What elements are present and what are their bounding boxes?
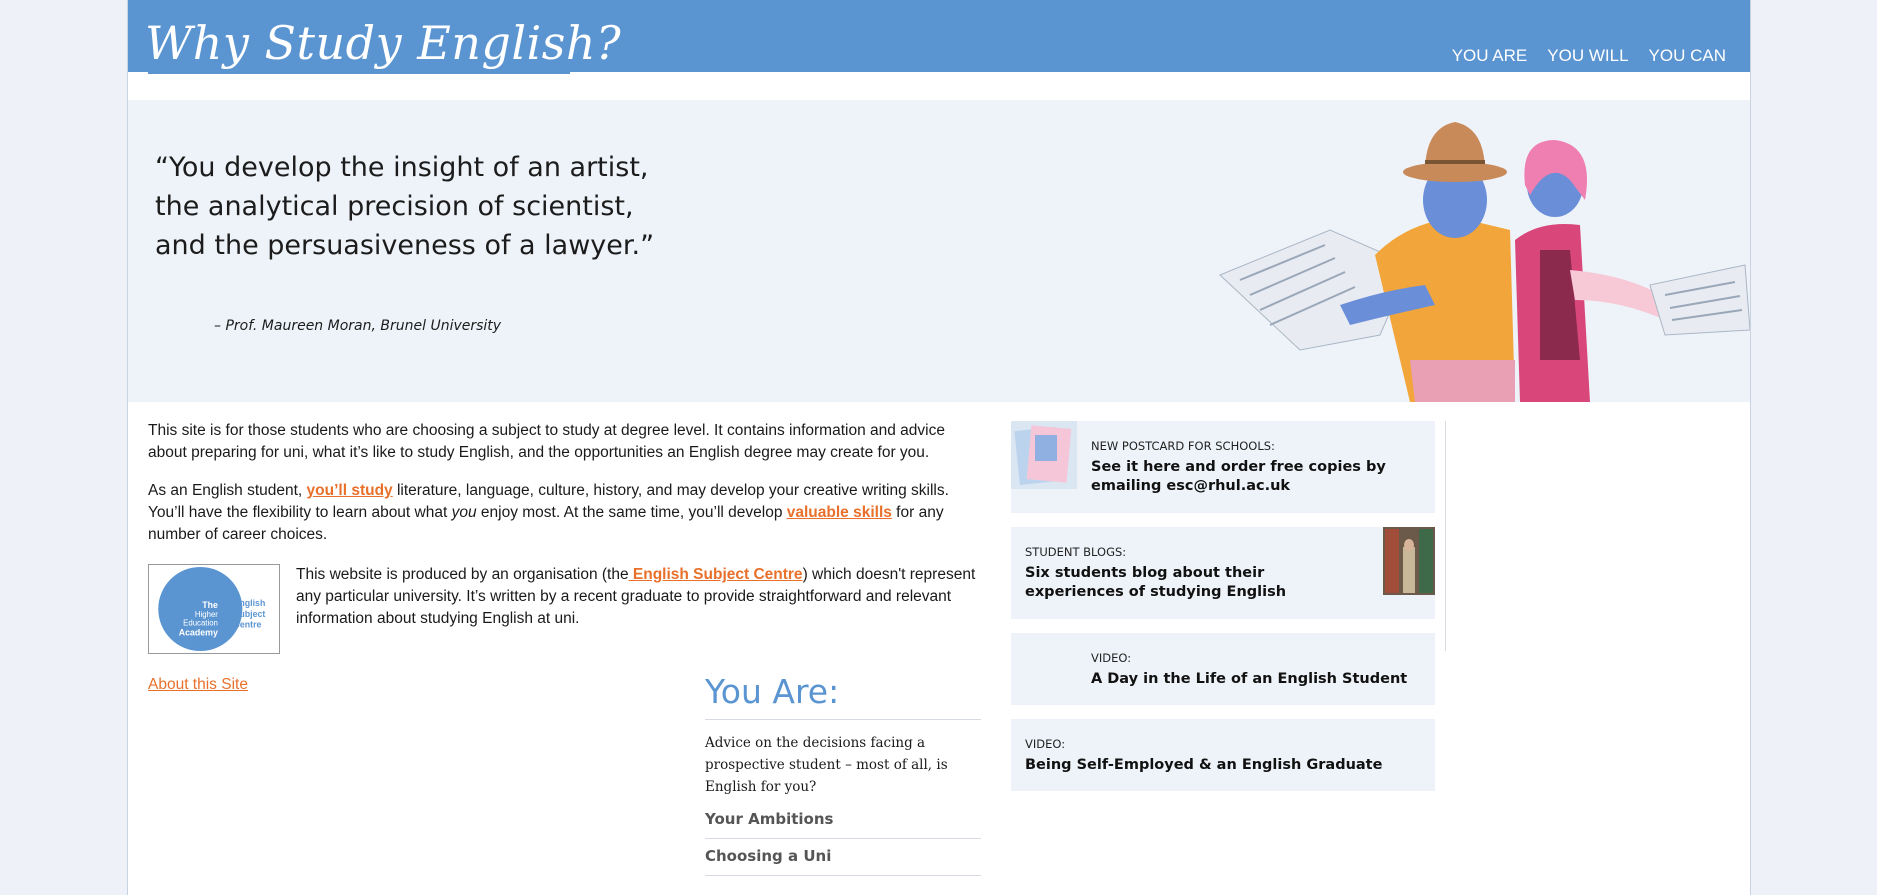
student-blogs-kicker: STUDENT BLOGS: <box>1025 545 1127 559</box>
org-text-part: This website is produced by an organisat… <box>296 566 629 583</box>
hea-english-subject-centre-logo[interactable]: English Subject Centre The Higher Educat… <box>148 564 280 654</box>
svg-text:Centre: Centre <box>234 620 262 630</box>
postcard-card[interactable]: NEW POSTCARD FOR SCHOOLS: See it here an… <box>1011 421 1435 513</box>
about-this-site-link[interactable]: About this Site <box>148 676 248 694</box>
students-reading-illustration <box>1219 122 1750 402</box>
nav-you-are[interactable]: YOU ARE <box>1452 46 1528 66</box>
logo-underline <box>148 72 570 74</box>
video-self-employed-text: VIDEO: Being Self-Employed & an English … <box>1025 737 1425 775</box>
valuable-skills-link[interactable]: valuable skills <box>787 504 892 521</box>
page-container: Why Study English? YOU ARE YOU WILL YOU … <box>127 0 1751 895</box>
postcard-title[interactable]: See it here and order free copies by ema… <box>1091 458 1421 496</box>
your-ambitions-link[interactable]: Your Ambitions <box>705 802 981 839</box>
hero-banner: “You develop the insight of an artist, t… <box>128 100 1750 402</box>
sidebar: NEW POSTCARD FOR SCHOOLS: See it here an… <box>1011 421 1435 805</box>
english-subject-centre-link[interactable]: English Subject Centre <box>629 566 803 583</box>
quote-attribution: – Prof. Maureen Moran, Brunel University <box>214 318 502 334</box>
sidebar-divider <box>1445 421 1446 651</box>
intro-text: This site is for those students who are … <box>148 420 980 562</box>
youll-study-link[interactable]: you’ll study <box>307 482 393 499</box>
you-are-heading: You Are: <box>705 672 981 720</box>
you-are-section: You Are: Advice on the decisions facing … <box>705 672 981 876</box>
svg-text:Academy: Academy <box>179 627 218 637</box>
intro-text-part: As an English student, <box>148 482 307 499</box>
postcard-text: NEW POSTCARD FOR SCHOOLS: See it here an… <box>1091 439 1421 496</box>
site-logo[interactable]: Why Study English? <box>145 16 621 70</box>
svg-text:English: English <box>234 598 266 608</box>
video-self-employed-title[interactable]: Being Self-Employed & an English Graduat… <box>1025 756 1425 775</box>
student-blogs-title[interactable]: Six students blog about their experience… <box>1025 564 1365 602</box>
intro-text-part: enjoy most. At the same time, you’ll dev… <box>476 504 787 521</box>
site-header: Why Study English? YOU ARE YOU WILL YOU … <box>128 0 1750 72</box>
svg-text:Subject: Subject <box>234 609 266 619</box>
svg-text:The: The <box>202 600 218 610</box>
postcard-kicker: NEW POSTCARD FOR SCHOOLS: <box>1091 439 1275 453</box>
nav-you-can[interactable]: YOU CAN <box>1649 46 1726 66</box>
nav-you-will[interactable]: YOU WILL <box>1547 46 1628 66</box>
student-blogs-card[interactable]: STUDENT BLOGS: Six students blog about t… <box>1011 527 1435 619</box>
video-kicker: VIDEO: <box>1091 651 1132 665</box>
intro-emphasis: you <box>451 504 477 521</box>
postcard-thumbnail <box>1011 421 1077 489</box>
intro-paragraph-2: As an English student, you’ll study lite… <box>148 480 980 546</box>
video-day-in-life-card[interactable]: VIDEO: A Day in the Life of an English S… <box>1011 633 1435 705</box>
intro-paragraph-1: This site is for those students who are … <box>148 422 945 461</box>
video-day-title[interactable]: A Day in the Life of an English Student <box>1091 670 1421 689</box>
you-are-description: Advice on the decisions facing a prospec… <box>705 735 948 795</box>
video-day-text: VIDEO: A Day in the Life of an English S… <box>1091 651 1421 689</box>
video-kicker: VIDEO: <box>1025 737 1066 751</box>
svg-text:Education: Education <box>183 619 218 628</box>
library-thumbnail <box>1383 527 1435 595</box>
choosing-a-uni-link[interactable]: Choosing a Uni <box>705 839 981 876</box>
student-blogs-text: STUDENT BLOGS: Six students blog about t… <box>1025 545 1365 602</box>
video-self-employed-card[interactable]: VIDEO: Being Self-Employed & an English … <box>1011 719 1435 791</box>
top-navigation: YOU ARE YOU WILL YOU CAN <box>1452 46 1726 66</box>
organisation-text: This website is produced by an organisat… <box>296 564 976 630</box>
svg-text:Higher: Higher <box>195 610 218 619</box>
hero-quote: “You develop the insight of an artist, t… <box>155 152 655 261</box>
